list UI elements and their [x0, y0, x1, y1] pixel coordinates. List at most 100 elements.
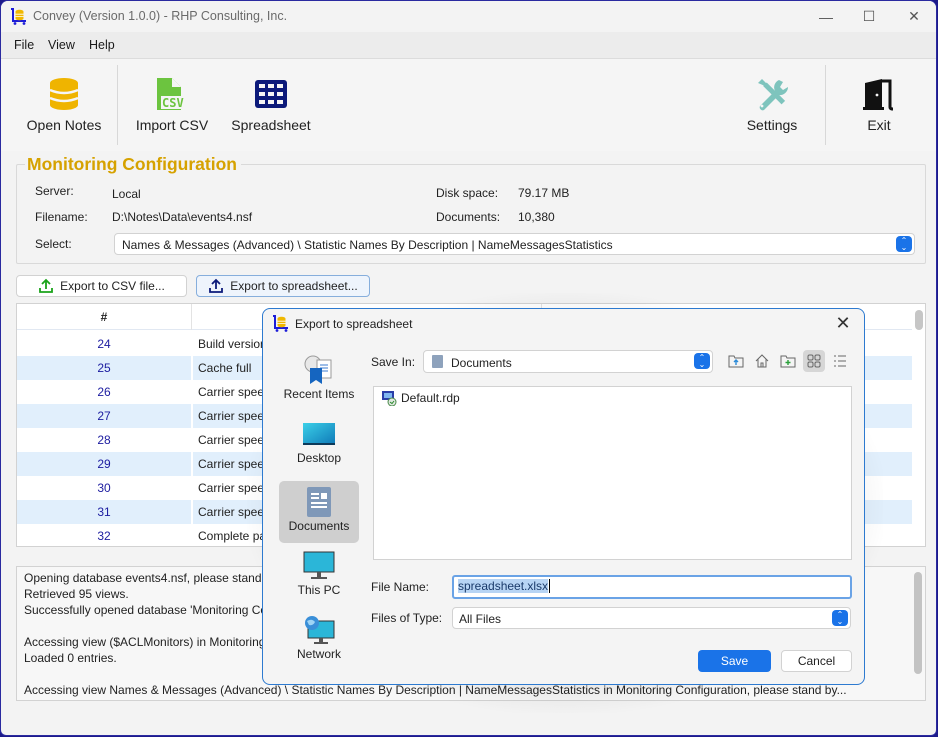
exit-button[interactable]: Exit [849, 59, 909, 149]
cancel-button[interactable]: Cancel [781, 650, 852, 672]
csv-badge-text: CSV [162, 96, 184, 110]
export-csv-label: Export to CSV file... [60, 279, 165, 293]
upload-icon [39, 278, 54, 293]
window-title: Convey (Version 1.0.0) - RHP Consulting,… [33, 9, 288, 23]
list-view-button[interactable] [829, 350, 851, 372]
close-icon: ✕ [908, 8, 920, 24]
spreadsheet-label: Spreadsheet [231, 117, 311, 133]
network-icon [302, 615, 336, 645]
file-name-value: spreadsheet.xlsx [458, 579, 549, 593]
row-number: 30 [97, 481, 111, 495]
place-recent-items[interactable]: Recent Items [279, 349, 359, 411]
documents-value: 10,380 [518, 210, 555, 224]
disk-space-value: 79.17 MB [518, 186, 570, 200]
file-type-value: All Files [459, 612, 502, 626]
minimize-button[interactable]: — [803, 1, 849, 32]
toolbar: Open Notes CSV Import CSV Spreadsheet Se… [1, 59, 936, 151]
column-divider [191, 500, 193, 524]
import-csv-button[interactable]: CSV Import CSV [132, 59, 212, 149]
file-name-input[interactable]: spreadsheet.xlsx [452, 575, 852, 599]
toolbar-separator [825, 65, 826, 145]
settings-button[interactable]: Settings [739, 59, 805, 149]
settings-tools-icon [754, 76, 790, 112]
open-notes-button[interactable]: Open Notes [23, 59, 105, 149]
disk-space-label: Disk space: [436, 186, 499, 200]
this-pc-icon [302, 551, 336, 581]
menu-view[interactable]: View [48, 38, 75, 52]
up-folder-icon [728, 355, 744, 368]
menu-file[interactable]: File [14, 38, 34, 52]
place-label: Recent Items [283, 387, 355, 401]
minimize-icon: — [819, 8, 833, 25]
save-in-label: Save In: [371, 355, 416, 369]
file-list: Default.rdp [373, 386, 852, 560]
config-title: Monitoring Configuration [25, 154, 241, 175]
select-spinner-icon: ⌃ ⌄ [896, 236, 912, 252]
table-scrollbar[interactable] [915, 310, 923, 330]
menu-bar: File View Help [1, 32, 936, 59]
row-number: 25 [97, 361, 111, 375]
exit-door-icon [861, 76, 897, 112]
import-csv-label: Import CSV [135, 117, 209, 133]
column-divider [191, 476, 193, 500]
home-button[interactable] [751, 350, 773, 372]
row-number: 32 [97, 529, 111, 543]
server-label: Server: [35, 184, 74, 198]
place-documents[interactable]: Documents [279, 481, 359, 543]
new-folder-icon [780, 355, 796, 368]
row-number: 29 [97, 457, 111, 471]
row-number: 26 [97, 385, 111, 399]
column-divider [191, 524, 193, 546]
close-button[interactable]: ✕ [891, 1, 936, 32]
place-label: Documents [288, 519, 350, 533]
upload-icon [209, 278, 224, 293]
recent-items-icon [302, 355, 336, 385]
row-number: 24 [97, 337, 111, 351]
column-divider [191, 356, 193, 380]
export-spreadsheet-label: Export to spreadsheet... [230, 279, 358, 293]
place-desktop[interactable]: Desktop [279, 413, 359, 475]
new-folder-button[interactable] [777, 350, 799, 372]
file-type-select[interactable]: All Files ⌃ ⌄ [452, 607, 851, 629]
maximize-button[interactable]: ☐ [846, 1, 892, 32]
title-bar: Convey (Version 1.0.0) - RHP Consulting,… [1, 1, 936, 32]
log-scrollbar[interactable] [914, 572, 922, 674]
icon-view-button[interactable] [803, 350, 825, 372]
server-value: Local [112, 187, 141, 201]
documents-icon [432, 355, 443, 368]
open-notes-label: Open Notes [26, 117, 102, 133]
select-spinner-icon: ⌃ ⌄ [694, 353, 710, 369]
place-label: Desktop [296, 451, 342, 465]
log-line: Loaded 0 entries. [24, 651, 117, 665]
app-logo-icon [11, 8, 26, 25]
menu-help[interactable]: Help [89, 38, 115, 52]
place-this-pc[interactable]: This PC [279, 545, 359, 607]
file-name-label: File Name: [371, 580, 430, 594]
app-window: Convey (Version 1.0.0) - RHP Consulting,… [0, 0, 937, 736]
place-label: This PC [297, 583, 341, 597]
view-select[interactable]: Names & Messages (Advanced) \ Statistic … [114, 233, 915, 255]
up-folder-button[interactable] [725, 350, 747, 372]
save-in-select[interactable]: Documents ⌃ ⌄ [423, 350, 713, 373]
row-number: 28 [97, 433, 111, 447]
filename-label: Filename: [35, 210, 88, 224]
csv-file-icon: CSV [154, 76, 190, 112]
toolbar-separator [117, 65, 118, 145]
select-label: Select: [35, 237, 72, 251]
spreadsheet-button[interactable]: Spreadsheet [229, 59, 313, 149]
export-csv-button[interactable]: Export to CSV file... [16, 275, 187, 297]
row-description: Cache full [198, 361, 252, 375]
save-button[interactable]: Save [698, 650, 771, 672]
place-network[interactable]: Network [279, 609, 359, 671]
file-type-label: Files of Type: [371, 611, 443, 625]
file-item[interactable]: Default.rdp [381, 390, 460, 406]
row-number: 31 [97, 505, 111, 519]
file-name: Default.rdp [401, 391, 460, 405]
list-view-icon [834, 355, 846, 367]
maximize-icon: ☐ [862, 8, 876, 24]
column-divider [191, 452, 193, 476]
documents-icon [302, 487, 336, 517]
column-header-number[interactable]: # [17, 304, 192, 330]
dialog-close-button[interactable]: ✕ [832, 313, 854, 334]
database-icon [46, 76, 82, 112]
